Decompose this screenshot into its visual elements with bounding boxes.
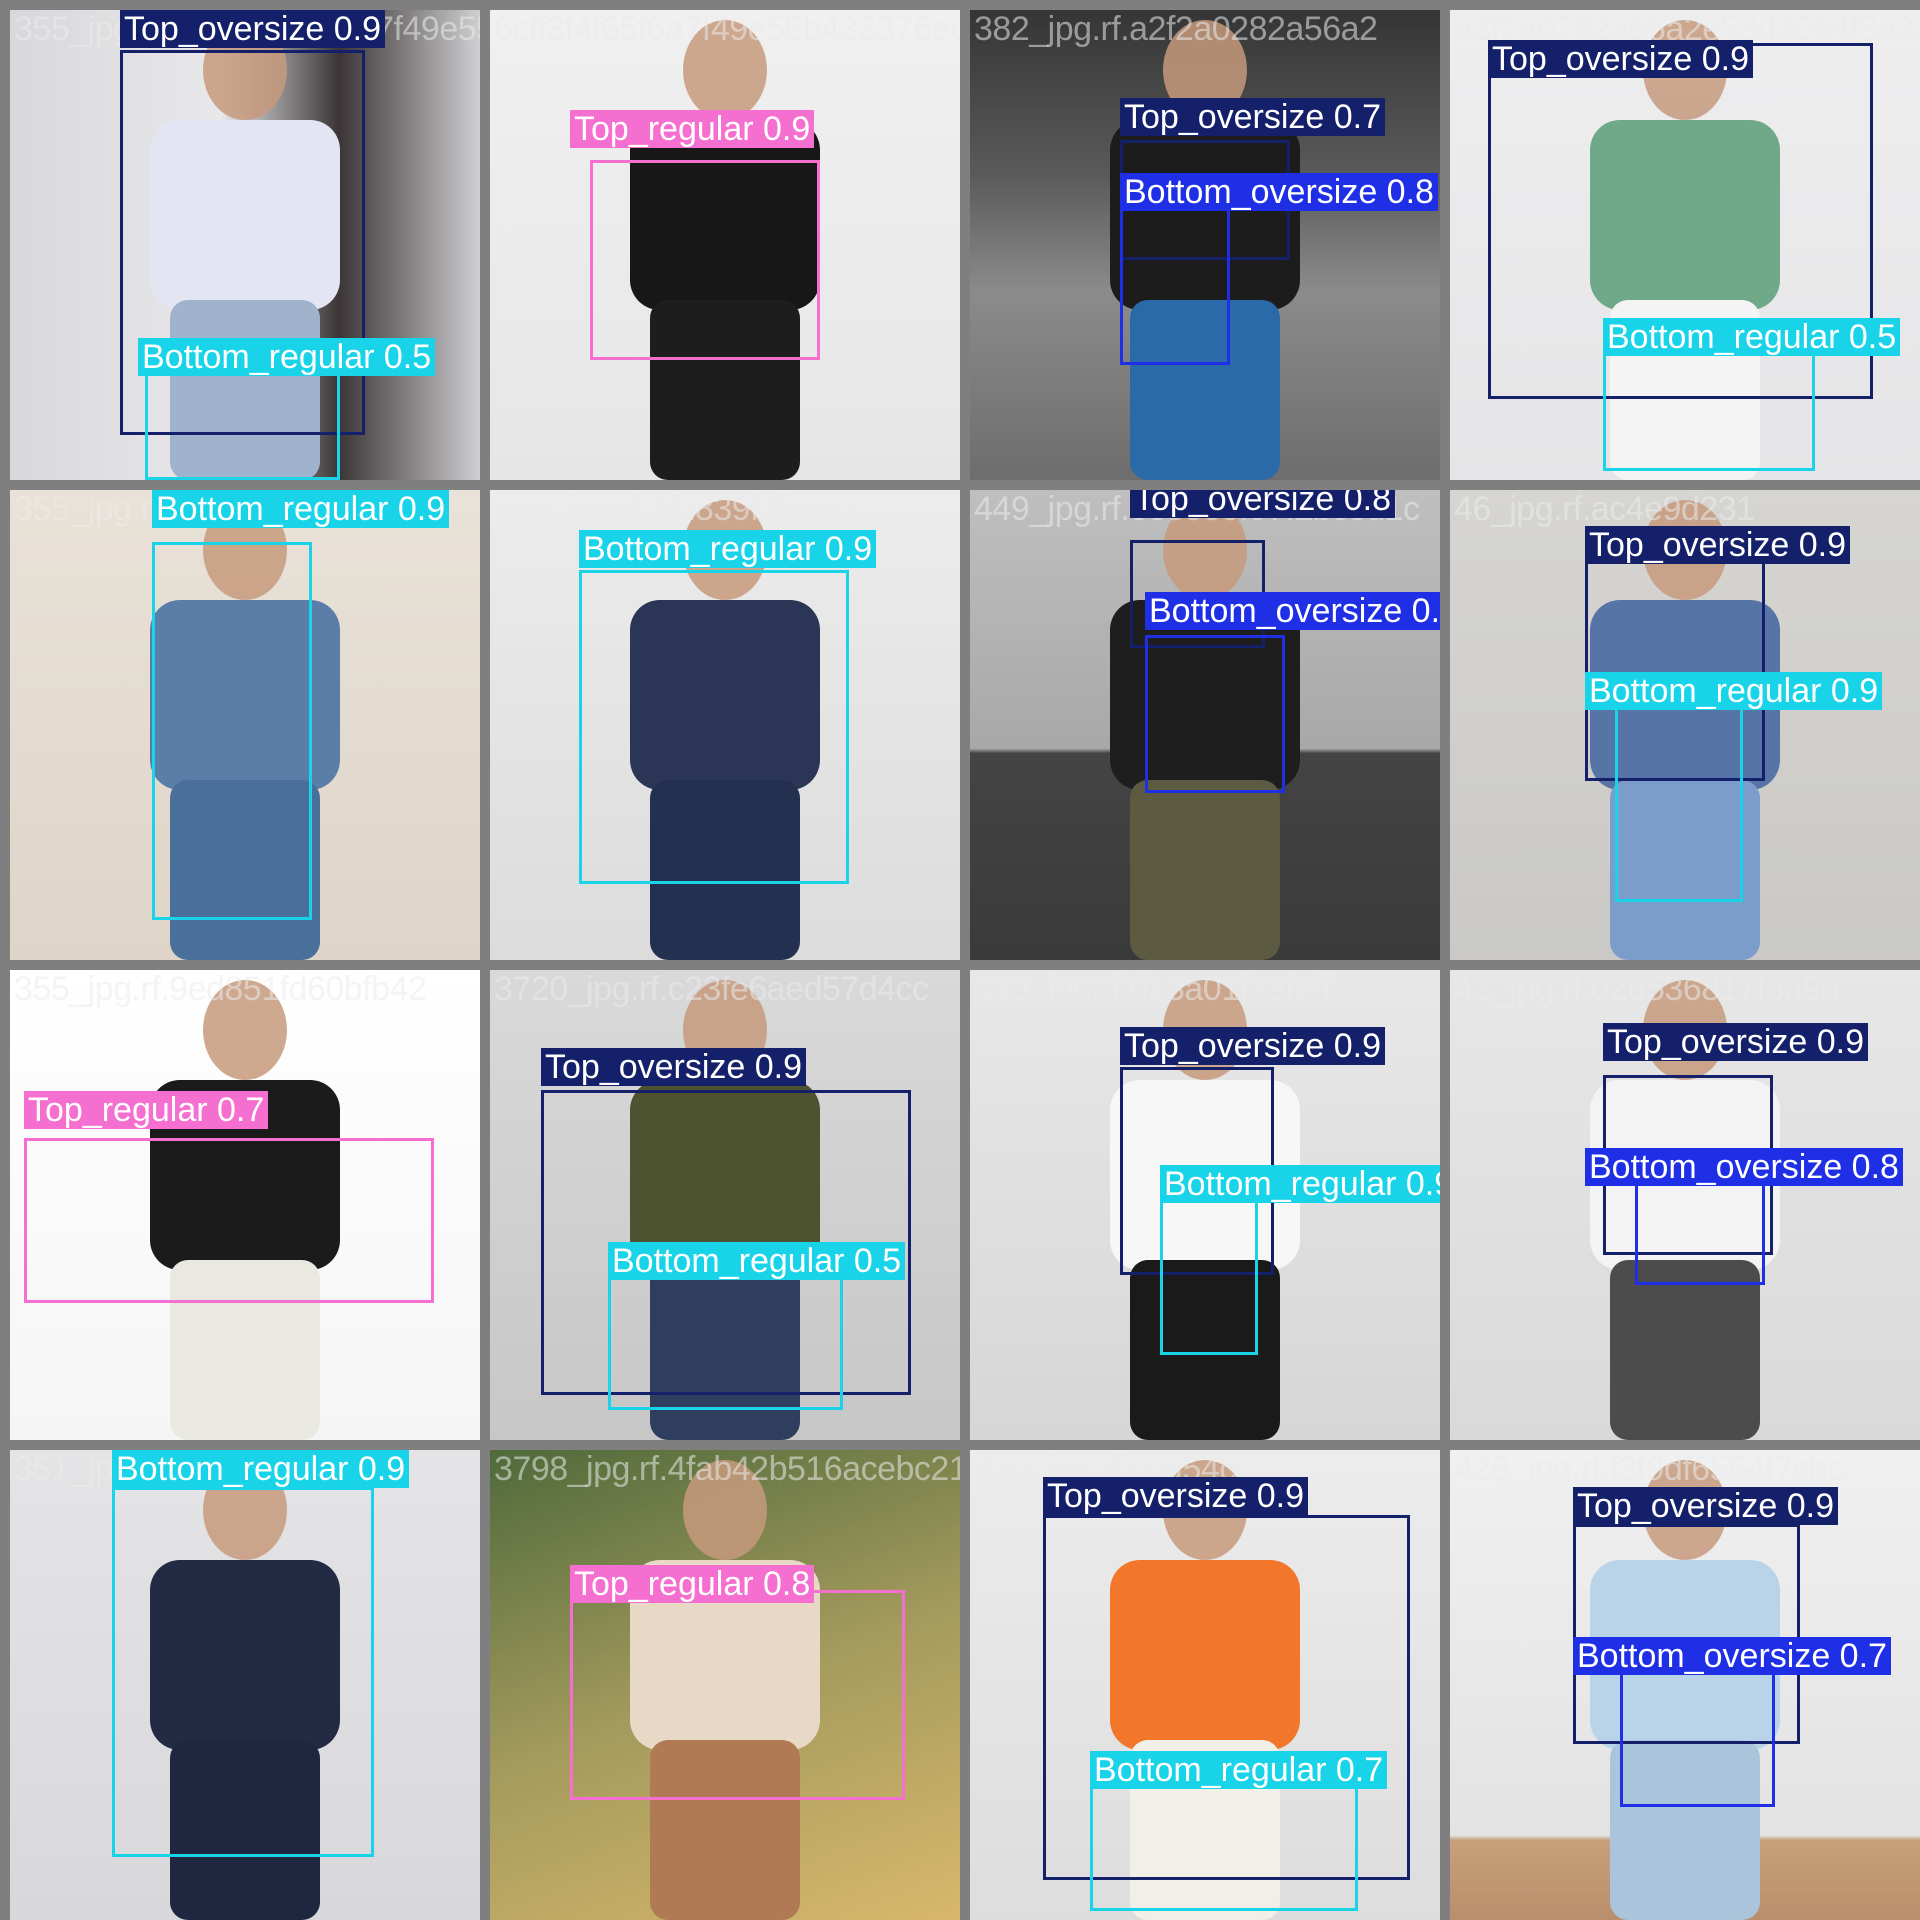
detection-label: Top_oversize 0.9 [1603,1023,1869,1061]
mosaic-tile: 3720_jpg.rf.c23fe6aed57d4cc Top_oversize … [490,970,960,1440]
detection-label: Top_oversize 0.9 [120,10,386,48]
detection-label: Top_oversize 0.9 [1585,526,1851,564]
mosaic-tile: 429_jpg.rf.0ca54c Top_oversize 0.9 Bottom_… [970,1450,1440,1920]
mosaic-tile: 46_jpg.rf.ac4e9d231 Top_oversize 0.9 Botto… [1450,490,1920,960]
mosaic-tile: 43_jpg.rf.d2d536817f8a96 Top_oversize 0.9… [1450,970,1920,1440]
detection-label: Bottom_regular 0.9 [152,490,450,528]
detection-label: Bottom_regular 0.9 [112,1450,410,1488]
bounding-box [1120,190,1230,365]
mosaic-tile: 6cff3f4f65f6a7f49e55b432376ec5b Top_regul… [490,10,960,480]
detection-label: Bottom_regular 0.9 [579,530,877,568]
bounding-box [24,1138,434,1303]
mosaic-tile: 355_jpg.rf.9ed851fd60bfb42 Top_regular 0.… [10,970,480,1440]
detection-label: Bottom_regular 0.5 [1603,318,1901,356]
image-filename: 382_jpg.rf.a2f2a0282a56a2 [974,10,1378,48]
mosaic-tile: 355_jpg.rf.ac4326 Bottom_regular 0.9 [10,490,480,960]
detection-label: Top_oversize 0.9 [1573,1487,1839,1525]
bounding-box [1160,1185,1258,1355]
mosaic-tile: 355_jpg.rf.c6cff3f4f65f6a7f49e55b432376e… [10,10,480,480]
detection-label: Bottom_oversize 0.7 [1573,1637,1891,1675]
detection-label: Bottom_regular 0.9 [1160,1165,1440,1203]
image-filename: 355_jpg.rf.9ed851fd60bfb42 [14,970,427,1008]
bounding-box [145,370,340,480]
detection-label: Top_regular 0.7 [24,1091,269,1129]
bounding-box [1615,682,1743,902]
detection-label: Bottom_regular 0.9 [1585,672,1883,710]
mosaic-tile: 3798_jpg.rf.4fab42b516acebc21a Top_regula… [490,1450,960,1920]
bounding-box [152,542,312,920]
detection-label: Bottom_regular 0.5 [138,338,436,376]
image-filename: 6cff3f4f65f6a7f49e55b432376ec5b [494,10,960,48]
bounding-box [1145,635,1285,793]
image-filename: 3720_jpg.rf.c23fe6aed57d4cc [494,970,929,1008]
detection-label: Top_oversize 0.9 [1488,40,1754,78]
detection-label: Top_regular 0.9 [570,110,815,148]
mosaic-tile: 351_jpg.rf.9d8d3Bottom_regular 0.9 [10,1450,480,1920]
mosaic-tile: 426_jpg.rf.f3f9df6564f7cbc Top_oversize 0… [1450,1450,1920,1920]
image-filename: 43_jpg.rf.d2d536817f8a96 [1454,970,1840,1008]
image-filename: 3798_jpg.rf.4fab42b516acebc21a [494,1450,960,1488]
mosaic-tile: 449_jpg.rf.6e5585f97f2bced1cTop_oversize… [970,490,1440,960]
image-filename: 3e5_jpg.rf.7f2839f7f6401 [494,490,861,528]
detection-label: Bottom_oversize 0.8 [1120,173,1438,211]
bounding-box [1620,1672,1775,1807]
detection-label: Top_oversize 0.8 [1130,490,1396,518]
detection-label: Bottom_oversize 0.7 [1145,592,1440,630]
bounding-box [590,160,820,360]
detection-label: Top_oversize 0.9 [1043,1477,1309,1515]
image-filename: 449_jpg.rf.d13a01f28faff [974,970,1331,1008]
mosaic-tile: 449_jpg.rf.d13a01f28faff Top_oversize 0.9… [970,970,1440,1440]
detection-label: Top_oversize 0.9 [1120,1027,1386,1065]
image-filename: 426_jpg.rf.f3f9df6564f7cbc [1454,1450,1844,1488]
bounding-box [570,1590,905,1800]
bounding-box [579,570,849,884]
mosaic-tile: a2f2a0282a56a2e58d3064f3a32b4 Top_oversiz… [1450,10,1920,480]
detection-label: Top_oversize 0.9 [541,1048,807,1086]
bounding-box [608,1270,843,1410]
mosaic-tile: 382_jpg.rf.a2f2a0282a56a2 Top_oversize 0.… [970,10,1440,480]
detection-label: Bottom_oversize 0.8 [1585,1148,1903,1186]
detection-label: Top_oversize 0.7 [1120,98,1386,136]
detection-label: Bottom_regular 0.5 [608,1242,906,1280]
image-filename: 46_jpg.rf.ac4e9d231 [1454,490,1755,528]
bounding-box [112,1487,374,1857]
detection-label: Bottom_regular 0.7 [1090,1751,1388,1789]
detection-label: Top_regular 0.8 [570,1565,815,1603]
mosaic-tile: 3e5_jpg.rf.7f2839f7f6401 Bottom_regular 0… [490,490,960,960]
bounding-box [1090,1785,1358,1911]
